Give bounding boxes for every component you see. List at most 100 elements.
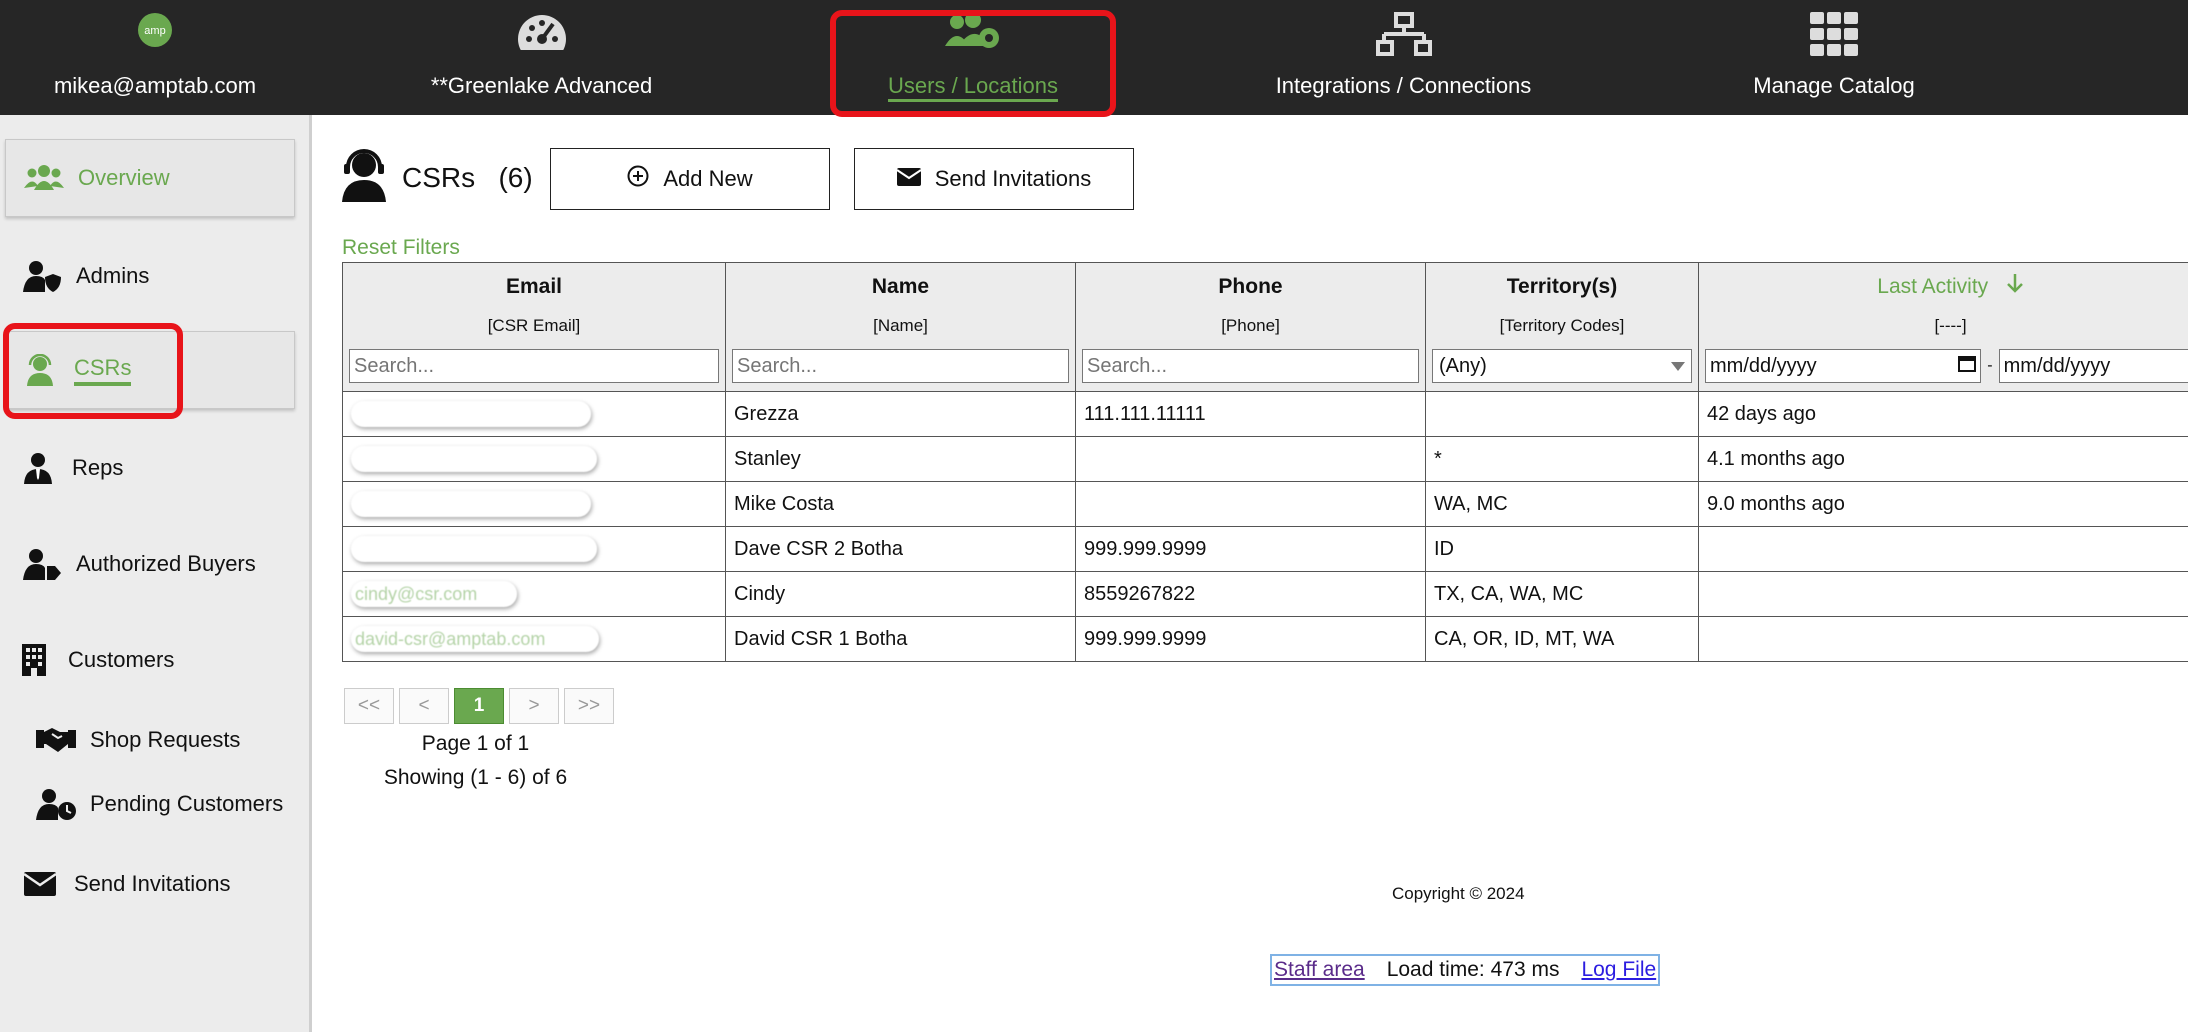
- email-cell: david-csr@amptab.com: [342, 616, 726, 662]
- handshake-icon: [36, 720, 76, 760]
- redacted-email: [351, 536, 597, 562]
- sidebar-item-send-invitations[interactable]: Send Invitations: [0, 845, 296, 923]
- network-icon: [1375, 12, 1432, 63]
- name-cell: Grezza: [725, 391, 1076, 437]
- last-activity-cell: 9.0 months ago: [1698, 481, 2188, 527]
- sidebar-item-csrs[interactable]: CSRs: [5, 331, 295, 409]
- sidebar-item-overview[interactable]: Overview: [5, 139, 295, 217]
- column-subtitle: [Territory Codes]: [1499, 316, 1625, 335]
- send-invitations-button[interactable]: Send Invitations: [854, 148, 1134, 210]
- email-search-input[interactable]: [349, 349, 719, 383]
- email-cell: [342, 526, 726, 572]
- sidebar-item-label: Send Invitations: [74, 871, 231, 896]
- column-title-text: Last Activity: [1877, 275, 1989, 298]
- calendar-icon[interactable]: [1958, 354, 1977, 378]
- column-subtitle: [CSR Email]: [487, 316, 581, 335]
- date-to-input[interactable]: mm/dd/yyyy: [1998, 349, 2188, 383]
- name-cell: Stanley: [725, 436, 1076, 482]
- sidebar-item-label: Shop Requests: [90, 727, 241, 752]
- name-cell: Dave CSR 2 Botha: [725, 526, 1076, 572]
- nav-catalog-label: Manage Catalog: [1753, 73, 1915, 98]
- redacted-email: david-csr@amptab.com: [351, 626, 599, 652]
- date-from-input[interactable]: mm/dd/yyyy: [1705, 349, 1982, 383]
- column-title[interactable]: Territory(s): [1426, 263, 1698, 311]
- grid-icon: [1810, 12, 1858, 61]
- column-title[interactable]: Email: [343, 263, 725, 311]
- sidebar-item-label: Customers: [68, 647, 175, 672]
- phone-cell: 999.999.9999: [1075, 616, 1426, 662]
- column-subtitle: [----]: [1934, 316, 1967, 335]
- phone-search-input[interactable]: [1082, 349, 1419, 383]
- nav-users-locations[interactable]: Users / Locations: [773, 0, 1173, 115]
- prev-page-button[interactable]: <: [399, 688, 449, 724]
- email-cell: cindy@csr.com: [342, 571, 726, 617]
- sidebar-item-label: Overview: [78, 165, 170, 190]
- column-phone: Phone [Phone]: [1075, 262, 1426, 392]
- table-row[interactable]: Grezza 111.111.11111 42 days ago: [342, 391, 2188, 437]
- territory-select[interactable]: (Any): [1432, 349, 1692, 383]
- user-tie-icon: [18, 448, 58, 488]
- current-page-button[interactable]: 1: [454, 688, 504, 724]
- user-email: mikea@amptab.com: [53, 73, 257, 98]
- name-cell: Cindy: [725, 571, 1076, 617]
- page-title-text: CSRs: [402, 162, 476, 193]
- sidebar-item-label: Pending Customers: [90, 791, 284, 816]
- table-row[interactable]: Mike Costa WA, MC 9.0 months ago: [342, 481, 2188, 527]
- sidebar-item-reps[interactable]: Reps: [0, 429, 296, 507]
- user-clock-icon: [36, 784, 76, 824]
- table-row[interactable]: Stanley * 4.1 months ago: [342, 436, 2188, 482]
- add-new-label: Add New: [663, 166, 753, 191]
- arrow-down-icon: [2006, 274, 2024, 298]
- reset-filters-link[interactable]: Reset Filters: [342, 236, 460, 260]
- sidebar-item-label: Reps: [72, 455, 124, 480]
- territory-cell: TX, CA, WA, MC: [1425, 571, 1699, 617]
- page-title: CSRs (6): [402, 162, 533, 194]
- nav-user-account[interactable]: amp mikea@amptab.com: [0, 0, 310, 115]
- phone-cell: [1075, 481, 1426, 527]
- sidebar-item-label: Authorized Buyers: [76, 551, 256, 576]
- column-subtitle: [Name]: [873, 316, 928, 335]
- sidebar-item-authorized-buyers[interactable]: Authorized Buyers: [0, 525, 296, 603]
- nav-users-label: Users / Locations: [888, 73, 1058, 98]
- sidebar-item-pending-customers[interactable]: Pending Customers: [0, 765, 296, 843]
- showing-count: Showing (1 - 6) of 6: [383, 766, 568, 789]
- date-separator: -: [1987, 357, 1993, 374]
- sidebar-item-admins[interactable]: Admins: [0, 237, 296, 315]
- log-file-link[interactable]: Log File: [1581, 958, 1656, 982]
- plus-circle-icon: [627, 165, 649, 193]
- nav-greenlake[interactable]: **Greenlake Advanced: [310, 0, 773, 115]
- last-page-button[interactable]: >>: [564, 688, 614, 724]
- nav-manage-catalog[interactable]: Manage Catalog: [1634, 0, 2034, 115]
- nav-integrations[interactable]: Integrations / Connections: [1173, 0, 1634, 115]
- table-row[interactable]: Dave CSR 2 Botha 999.999.9999 ID: [342, 526, 2188, 572]
- redacted-email: [351, 446, 597, 472]
- sidebar-item-customers[interactable]: Customers: [0, 621, 296, 699]
- first-page-button[interactable]: <<: [344, 688, 394, 724]
- redacted-email: [351, 491, 591, 517]
- name-cell: Mike Costa: [725, 481, 1076, 527]
- column-title[interactable]: Phone: [1076, 263, 1425, 311]
- sidebar-item-label: Admins: [76, 263, 150, 288]
- page-info: Page 1 of 1: [421, 732, 530, 755]
- table-row[interactable]: cindy@csr.com Cindy 8559267822 TX, CA, WA, …: [342, 571, 2188, 617]
- last-activity-cell: [1698, 616, 2188, 662]
- column-email: Email [CSR Email]: [342, 262, 726, 392]
- table-header-row: Email [CSR Email] Name [Name] Phone [Pho…: [342, 262, 2188, 392]
- svg-text:amp: amp: [144, 25, 165, 37]
- next-page-button[interactable]: >: [509, 688, 559, 724]
- envelope-icon: [20, 864, 60, 904]
- user-shield-icon: [22, 256, 62, 296]
- column-subtitle: [Phone]: [1221, 316, 1280, 335]
- building-icon: [14, 640, 54, 680]
- add-new-button[interactable]: Add New: [550, 148, 830, 210]
- envelope-icon: [896, 166, 922, 192]
- name-search-input[interactable]: [732, 349, 1069, 383]
- column-title[interactable]: Name: [726, 263, 1075, 311]
- headset-user-icon: [20, 350, 60, 390]
- column-title-sorted[interactable]: Last Activity: [1699, 263, 2188, 311]
- table-row[interactable]: david-csr@amptab.com David CSR 1 Botha 999…: [342, 616, 2188, 662]
- last-activity-cell: [1698, 526, 2188, 572]
- column-territory: Territory(s) [Territory Codes] (Any): [1425, 262, 1699, 392]
- csr-table: Email [CSR Email] Name [Name] Phone [Pho…: [342, 262, 2188, 662]
- staff-area-link[interactable]: Staff area: [1274, 958, 1365, 982]
